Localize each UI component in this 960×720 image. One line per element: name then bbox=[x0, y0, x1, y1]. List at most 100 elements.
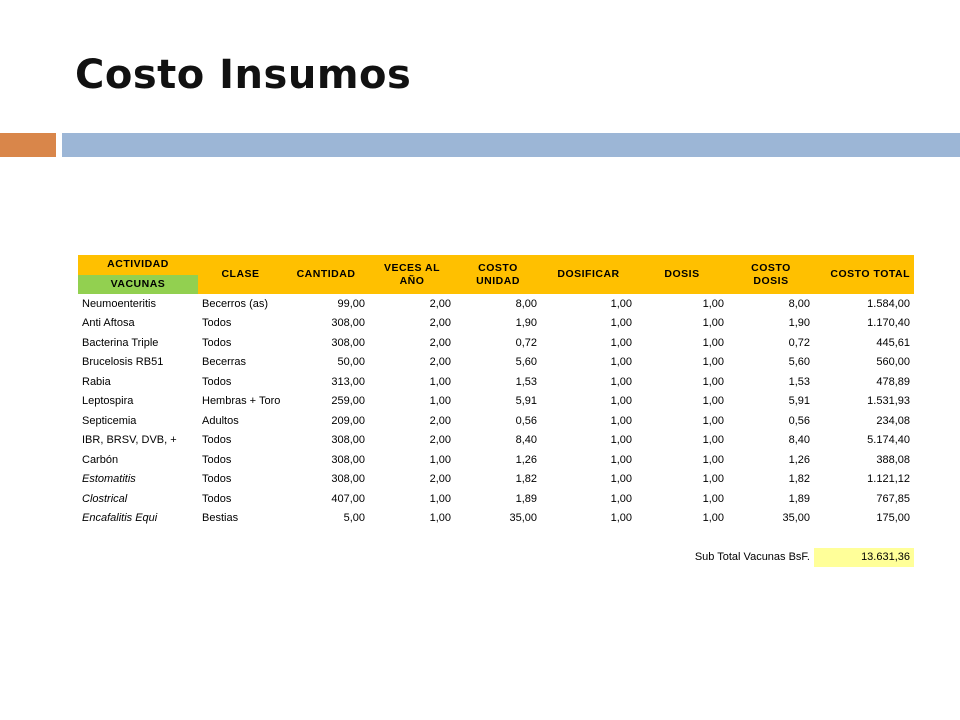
cell-costo-unidad: 0,72 bbox=[515, 336, 537, 349]
cell-veces-al-ano: 2,00 bbox=[429, 336, 451, 349]
cell-actividad: Bacterina Triple bbox=[82, 336, 159, 349]
cell-dosis: 1,00 bbox=[702, 317, 724, 330]
cell-cantidad: 308,00 bbox=[331, 434, 365, 447]
subtotal-value: 13.631,36 bbox=[814, 547, 914, 567]
header-dosificar: DOSIFICAR bbox=[541, 255, 636, 294]
cell-dosis: 1,00 bbox=[702, 336, 724, 349]
cell-costo-dosis: 0,56 bbox=[788, 414, 810, 427]
cell-veces-al-ano: 2,00 bbox=[429, 473, 451, 486]
cell-costo-dosis: 1,89 bbox=[788, 492, 810, 505]
cell-costo-dosis: 35,00 bbox=[782, 512, 810, 525]
cell-cantidad: 5,00 bbox=[343, 512, 365, 525]
cell-costo-unidad: 1,90 bbox=[515, 317, 537, 330]
cell-dosis: 1,00 bbox=[702, 512, 724, 525]
cell-veces-al-ano: 1,00 bbox=[429, 512, 451, 525]
cell-costo-total: 1.584,00 bbox=[867, 297, 910, 310]
cell-cantidad: 259,00 bbox=[331, 395, 365, 408]
page-title: Costo Insumos bbox=[75, 52, 412, 98]
cell-actividad: Encafalitis Equi bbox=[82, 512, 158, 525]
table-row: Septicemia Adultos 209,00 2,00 0,56 1,00 1,00 0… bbox=[78, 411, 914, 431]
header-clase: CLASE bbox=[198, 255, 283, 294]
header-costo-dosis: COSTO DOSIS bbox=[728, 255, 814, 294]
cell-dosis: 1,00 bbox=[702, 414, 724, 427]
cell-costo-total: 175,00 bbox=[876, 512, 910, 525]
cell-dosificar: 1,00 bbox=[610, 414, 632, 427]
cell-clase: Todos bbox=[202, 336, 232, 349]
cell-clase: Becerras bbox=[202, 356, 247, 369]
cell-cantidad: 407,00 bbox=[331, 492, 365, 505]
header-costo-total: COSTO TOTAL bbox=[814, 255, 914, 294]
table-row: Encafalitis Equi Bestias 5,00 1,00 35,00 1,00… bbox=[78, 509, 914, 529]
cost-table: ACTIVIDAD CLASE CANTIDAD VECES AL AÑO COS… bbox=[78, 255, 914, 567]
header-cantidad: CANTIDAD bbox=[283, 255, 369, 294]
cell-clase: Todos bbox=[202, 317, 232, 330]
cell-clase: Todos bbox=[202, 434, 232, 447]
cell-actividad: Brucelosis RB51 bbox=[82, 356, 164, 369]
table-row: Anti Aftosa Todos 308,00 2,00 1,90 1,00 1,00 1,… bbox=[78, 314, 914, 334]
spacer-row bbox=[78, 528, 914, 548]
table-row: Clostrical Todos 407,00 1,00 1,89 1,00 1,00 1,8… bbox=[78, 489, 914, 509]
cell-actividad: Rabia bbox=[82, 375, 111, 388]
cell-costo-total: 1.121,12 bbox=[867, 473, 910, 486]
cell-costo-total: 560,00 bbox=[876, 356, 910, 369]
cell-costo-total: 478,89 bbox=[876, 375, 910, 388]
cell-cantidad: 308,00 bbox=[331, 317, 365, 330]
cell-costo-unidad: 1,53 bbox=[515, 375, 537, 388]
cell-actividad: Anti Aftosa bbox=[82, 317, 135, 330]
cell-dosificar: 1,00 bbox=[610, 317, 632, 330]
cell-dosificar: 1,00 bbox=[610, 453, 632, 466]
cell-cantidad: 308,00 bbox=[331, 336, 365, 349]
cell-costo-unidad: 8,00 bbox=[515, 297, 537, 310]
cell-costo-total: 767,85 bbox=[876, 492, 910, 505]
cell-dosis: 1,00 bbox=[702, 395, 724, 408]
cell-costo-total: 445,61 bbox=[876, 336, 910, 349]
cell-costo-unidad: 1,26 bbox=[515, 453, 537, 466]
cell-costo-unidad: 5,91 bbox=[515, 395, 537, 408]
cell-clase: Todos bbox=[202, 453, 232, 466]
cell-cantidad: 313,00 bbox=[331, 375, 365, 388]
header-veces-al-ano: VECES AL AÑO bbox=[369, 255, 455, 294]
cell-clase: Todos bbox=[202, 473, 232, 486]
table-row: Rabia Todos 313,00 1,00 1,53 1,00 1,00 1,53 478,… bbox=[78, 372, 914, 392]
header-vacunas: VACUNAS bbox=[78, 274, 198, 294]
cell-veces-al-ano: 2,00 bbox=[429, 434, 451, 447]
cell-costo-total: 388,08 bbox=[876, 453, 910, 466]
cell-costo-unidad: 35,00 bbox=[509, 512, 537, 525]
cell-veces-al-ano: 1,00 bbox=[429, 453, 451, 466]
cell-actividad: Estomatitis bbox=[82, 473, 136, 486]
cell-clase: Bestias bbox=[202, 512, 239, 525]
cell-costo-dosis: 1,82 bbox=[788, 473, 810, 486]
cell-cantidad: 99,00 bbox=[337, 297, 365, 310]
cell-clase: Hembras + Toro bbox=[202, 395, 281, 408]
table-row: Bacterina Triple Todos 308,00 2,00 0,72 1,00 1… bbox=[78, 333, 914, 353]
header-row: ACTIVIDAD CLASE CANTIDAD VECES AL AÑO COS… bbox=[78, 255, 914, 294]
cell-cantidad: 308,00 bbox=[331, 453, 365, 466]
cell-veces-al-ano: 2,00 bbox=[429, 317, 451, 330]
cell-dosis: 1,00 bbox=[702, 492, 724, 505]
cell-costo-total: 1.170,40 bbox=[867, 317, 910, 330]
cell-costo-total: 5.174,40 bbox=[867, 434, 910, 447]
subtotal-label: Sub Total Vacunas BsF. bbox=[694, 551, 810, 564]
cell-costo-dosis: 8,00 bbox=[788, 297, 810, 310]
header-costo-unidad: COSTO UNIDAD bbox=[455, 255, 541, 294]
cell-dosificar: 1,00 bbox=[610, 473, 632, 486]
cell-actividad: IBR, BRSV, DVB, + bbox=[82, 434, 177, 447]
cell-dosificar: 1,00 bbox=[610, 356, 632, 369]
header-actividad: ACTIVIDAD bbox=[78, 255, 198, 275]
table-row: Estomatitis Todos 308,00 2,00 1,82 1,00 1,00 1,… bbox=[78, 470, 914, 490]
cell-clase: Todos bbox=[202, 375, 232, 388]
cell-cantidad: 308,00 bbox=[331, 473, 365, 486]
cell-actividad: Leptospira bbox=[82, 395, 134, 408]
cell-costo-total: 234,08 bbox=[876, 414, 910, 427]
cell-dosificar: 1,00 bbox=[610, 492, 632, 505]
cell-clase: Adultos bbox=[202, 414, 239, 427]
cell-veces-al-ano: 1,00 bbox=[429, 375, 451, 388]
cell-costo-dosis: 8,40 bbox=[788, 434, 810, 447]
cell-actividad: Clostrical bbox=[82, 492, 128, 505]
table-row: Brucelosis RB51 Becerras 50,00 2,00 5,60 1,00… bbox=[78, 353, 914, 373]
cell-costo-unidad: 1,89 bbox=[515, 492, 537, 505]
cell-dosificar: 1,00 bbox=[610, 512, 632, 525]
cell-veces-al-ano: 1,00 bbox=[429, 492, 451, 505]
cell-actividad: Neumoenteritis bbox=[82, 297, 156, 310]
table-row: Leptospira Hembras + Toro 259,00 1,00 5,91 1,… bbox=[78, 392, 914, 412]
